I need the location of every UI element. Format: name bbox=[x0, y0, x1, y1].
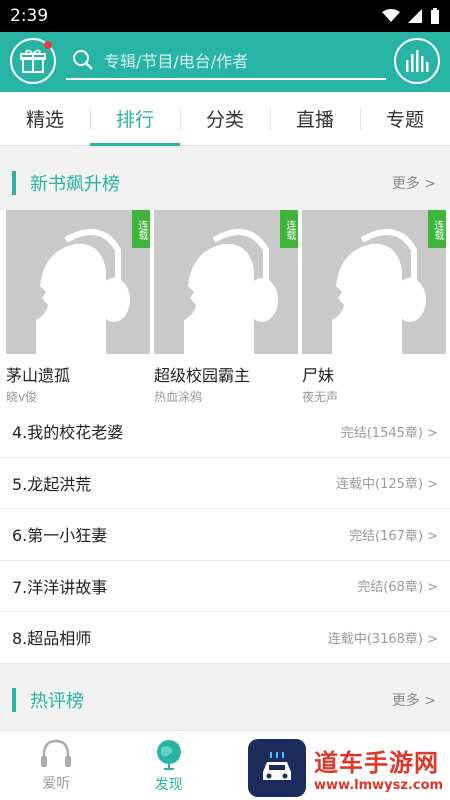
book-card[interactable]: 连载 茅山遗孤 晓v俊 bbox=[6, 210, 150, 406]
section-accent-bar bbox=[12, 171, 16, 195]
nav-label: 爱听 bbox=[42, 775, 71, 792]
tab-live[interactable]: 直播 bbox=[270, 92, 360, 145]
book-cover: 连载 bbox=[302, 210, 446, 354]
tab-topics[interactable]: 专题 bbox=[360, 92, 450, 145]
tab-featured[interactable]: 精选 bbox=[0, 92, 90, 145]
headphones-silhouette-icon bbox=[332, 229, 426, 354]
book-author: 夜无声 bbox=[302, 390, 339, 404]
book-cover: 连载 bbox=[154, 210, 298, 354]
book-cover: 连载 bbox=[6, 210, 150, 354]
watermark: 道车手游网 www.lmwysz.com bbox=[248, 736, 448, 800]
tab-category[interactable]: 分类 bbox=[180, 92, 270, 145]
search-icon bbox=[73, 50, 93, 70]
list-item-title: 4.我的校花老婆 bbox=[12, 423, 124, 443]
book-cards: 连载 茅山遗孤 晓v俊 连载 超级校园霸主 热血涂鸦 连载 尸妹 夜无声 bbox=[0, 210, 450, 406]
car-icon bbox=[263, 752, 291, 780]
serializing-badge: 连载 bbox=[280, 210, 298, 248]
list-item[interactable]: 7.洋洋讲故事 完结(68章) > bbox=[0, 561, 450, 612]
book-title: 茅山遗孤 bbox=[6, 366, 71, 385]
list-item-title: 8.超品相师 bbox=[12, 629, 92, 649]
notification-dot bbox=[44, 41, 52, 49]
book-title: 超级校园霸主 bbox=[154, 366, 251, 385]
book-author: 晓v俊 bbox=[6, 390, 38, 404]
headphones-silhouette-icon bbox=[36, 229, 130, 354]
section-accent-bar bbox=[12, 688, 16, 712]
serializing-badge: 连载 bbox=[132, 210, 150, 248]
ranking-list: 4.我的校花老婆 完结(1545章) > 5.龙起洪荒 连载中(125章) > … bbox=[0, 406, 450, 664]
list-item-title: 7.洋洋讲故事 bbox=[12, 577, 108, 597]
signal-icon bbox=[408, 9, 422, 23]
watermark-title: 道车手游网 bbox=[314, 749, 439, 777]
status-time: 2:39 bbox=[10, 6, 49, 26]
list-item-status: 完结(1545章) > bbox=[340, 425, 438, 441]
list-item-title: 6.第一小狂妻 bbox=[12, 526, 108, 546]
now-playing-button[interactable] bbox=[394, 38, 440, 84]
more-link[interactable]: 更多 > bbox=[392, 690, 436, 710]
list-item-status: 连载中(125章) > bbox=[336, 477, 438, 493]
category-tabs: 精选 排行 分类 直播 专题 bbox=[0, 92, 450, 146]
section-header-hot-reviews: 热评榜 更多 > bbox=[0, 675, 450, 725]
globe-icon bbox=[156, 739, 181, 770]
gift-icon bbox=[20, 49, 46, 73]
list-item[interactable]: 5.龙起洪荒 连载中(125章) > bbox=[0, 458, 450, 509]
search-placeholder: 专辑/节目/电台/作者 bbox=[104, 52, 249, 71]
status-icons bbox=[382, 8, 440, 24]
top-bar: 专辑/节目/电台/作者 bbox=[0, 32, 450, 92]
search-bar[interactable]: 专辑/节目/电台/作者 bbox=[66, 42, 386, 80]
section-title: 热评榜 bbox=[30, 691, 84, 712]
headphones-silhouette-icon bbox=[184, 229, 278, 354]
wifi-icon bbox=[382, 9, 400, 22]
headphones-icon bbox=[41, 739, 72, 767]
nav-listen[interactable]: 爱听 bbox=[0, 731, 113, 800]
book-title: 尸妹 bbox=[302, 366, 335, 385]
equalizer-icon bbox=[406, 50, 429, 72]
book-card[interactable]: 连载 超级校园霸主 热血涂鸦 bbox=[154, 210, 298, 406]
book-author: 热血涂鸦 bbox=[154, 390, 203, 404]
battery-icon bbox=[431, 8, 439, 24]
nav-discover[interactable]: 发现 bbox=[113, 731, 226, 800]
more-link[interactable]: 更多 > bbox=[392, 173, 436, 193]
gift-button[interactable] bbox=[10, 38, 56, 84]
list-item-status: 完结(167章) > bbox=[349, 528, 438, 544]
list-item-status: 完结(68章) > bbox=[357, 580, 438, 596]
section-title: 新书飙升榜 bbox=[30, 174, 120, 195]
nav-label: 发现 bbox=[154, 776, 183, 793]
serializing-badge: 连载 bbox=[428, 210, 446, 248]
watermark-logo bbox=[248, 739, 306, 797]
list-item[interactable]: 4.我的校花老婆 完结(1545章) > bbox=[0, 406, 450, 458]
list-item[interactable]: 8.超品相师 连载中(3168章) > bbox=[0, 612, 450, 664]
watermark-text: 道车手游网 www.lmwysz.com bbox=[314, 743, 443, 793]
section-header-new-books: 新书飙升榜 更多 > bbox=[0, 158, 450, 208]
watermark-url: www.lmwysz.com bbox=[314, 778, 444, 793]
list-item-status: 连载中(3168章) > bbox=[327, 631, 438, 647]
list-item-title: 5.龙起洪荒 bbox=[12, 474, 92, 494]
status-bar: 2:39 bbox=[0, 0, 450, 32]
list-item[interactable]: 6.第一小狂妻 完结(167章) > bbox=[0, 509, 450, 561]
tab-ranking[interactable]: 排行 bbox=[90, 92, 180, 146]
book-card[interactable]: 连载 尸妹 夜无声 bbox=[302, 210, 446, 406]
